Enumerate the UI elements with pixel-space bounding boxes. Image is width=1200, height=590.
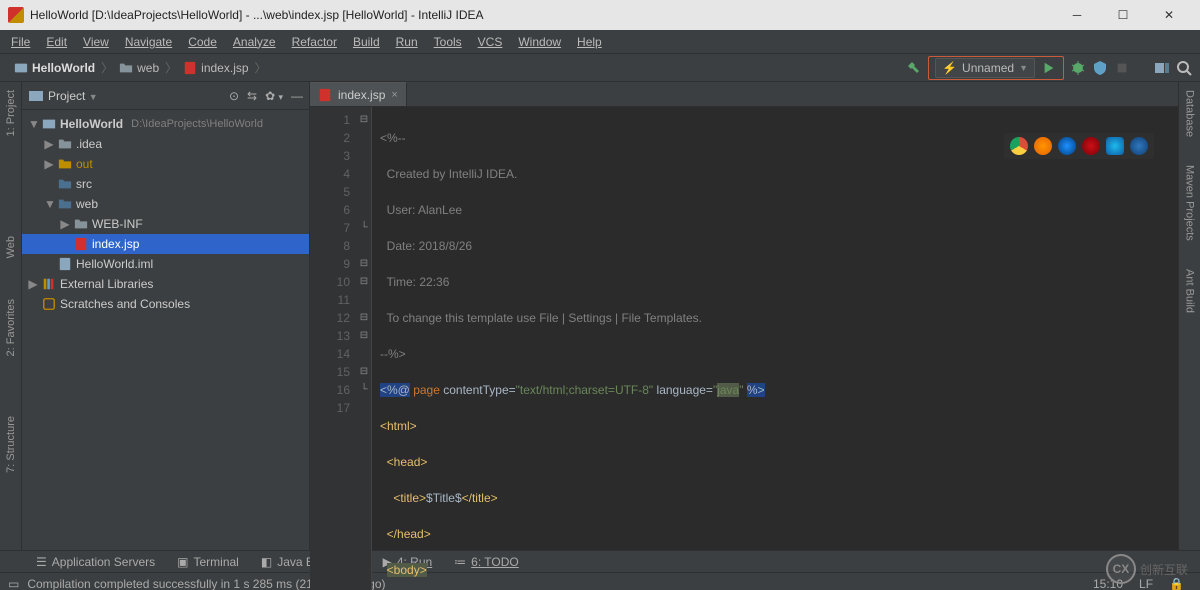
tool-structure-tab[interactable]: 7: Structure — [5, 412, 17, 477]
hide-panel-icon[interactable]: — — [291, 89, 303, 103]
editor-tabs: index.jsp × — [310, 82, 1178, 107]
menu-run[interactable]: Run — [389, 33, 425, 51]
tool-maven-tab[interactable]: Maven Projects — [1184, 161, 1196, 245]
jsp-file-icon — [183, 61, 197, 75]
tool-database-tab[interactable]: Database — [1184, 86, 1196, 141]
dropdown-icon: ▼ — [1019, 63, 1028, 73]
open-in-browser-bar — [1004, 133, 1154, 159]
left-tool-stripe: 1: Project Web 2: Favorites 7: Structure — [0, 82, 22, 550]
firefox-icon[interactable] — [1034, 137, 1052, 155]
folder-icon — [58, 197, 72, 211]
run-toolbar-highlight: ⚡ Unnamed ▼ — [928, 56, 1064, 80]
safari-icon[interactable] — [1058, 137, 1076, 155]
tree-webinf[interactable]: ▶ WEB-INF — [22, 214, 309, 234]
menu-vcs[interactable]: VCS — [471, 33, 510, 51]
navigation-bar: HelloWorld 〉 web 〉 index.jsp 〉 ⚡ Unnamed… — [0, 54, 1200, 82]
project-tool-window: Project ▼ ⊙ ⇆ ✿ ▾ — ▼ HelloWorld D:\Idea… — [22, 82, 310, 550]
line-numbers: 1234567891011121314151617 — [310, 107, 356, 590]
menu-tools[interactable]: Tools — [427, 33, 469, 51]
right-tool-stripe: Database Maven Projects Ant Build — [1178, 82, 1200, 550]
module-file-icon — [58, 257, 72, 271]
run-config-selector[interactable]: ⚡ Unnamed ▼ — [935, 58, 1035, 78]
run-config-icon: ⚡ — [942, 61, 957, 75]
window-titlebar: HelloWorld [D:\IdeaProjects\HelloWorld] … — [0, 0, 1200, 30]
chevron-icon: 〉 — [101, 59, 113, 76]
jsp-file-icon — [74, 237, 88, 251]
editor-tab-indexjsp[interactable]: index.jsp × — [310, 82, 407, 106]
scroll-from-source-icon[interactable]: ⊙ — [229, 89, 239, 103]
folder-icon — [58, 177, 72, 191]
tree-out[interactable]: ▶ out — [22, 154, 309, 174]
tree-indexjsp[interactable]: index.jsp — [22, 234, 309, 254]
breadcrumb-file[interactable]: index.jsp — [177, 57, 254, 79]
module-icon — [42, 117, 56, 131]
tool-ant-tab[interactable]: Ant Build — [1184, 265, 1196, 317]
tree-root[interactable]: ▼ HelloWorld D:\IdeaProjects\HelloWorld — [22, 114, 309, 134]
settings-icon[interactable]: ✿ ▾ — [265, 89, 283, 103]
edge-icon[interactable] — [1130, 137, 1148, 155]
menu-help[interactable]: Help — [570, 33, 609, 51]
chevron-icon: 〉 — [165, 59, 177, 76]
breadcrumb-project[interactable]: HelloWorld — [8, 57, 101, 79]
menu-build[interactable]: Build — [346, 33, 387, 51]
project-panel-header: Project ▼ ⊙ ⇆ ✿ ▾ — — [22, 82, 309, 110]
tree-scratches[interactable]: Scratches and Consoles — [22, 294, 309, 314]
tree-src[interactable]: src — [22, 174, 309, 194]
run-button[interactable] — [1041, 60, 1057, 76]
close-button[interactable]: ✕ — [1146, 0, 1192, 30]
watermark: CX 创新互联 — [1106, 554, 1188, 584]
tool-app-servers[interactable]: ☰Application Servers — [36, 555, 155, 569]
menu-code[interactable]: Code — [181, 33, 224, 51]
project-structure-button[interactable] — [1154, 60, 1170, 76]
folder-icon — [74, 217, 88, 231]
chrome-icon[interactable] — [1010, 137, 1028, 155]
folder-icon — [119, 61, 133, 75]
window-controls: ─ ☐ ✕ — [1054, 0, 1192, 30]
tree-external-libraries[interactable]: ▶ External Libraries — [22, 274, 309, 294]
folder-icon — [58, 157, 72, 171]
menu-view[interactable]: View — [76, 33, 116, 51]
tool-terminal[interactable]: ▣Terminal — [177, 555, 239, 569]
project-view-icon — [28, 88, 44, 104]
minimize-button[interactable]: ─ — [1054, 0, 1100, 30]
tree-iml[interactable]: HelloWorld.iml — [22, 254, 309, 274]
stop-button[interactable] — [1114, 60, 1130, 76]
menu-refactor[interactable]: Refactor — [285, 33, 344, 51]
maximize-button[interactable]: ☐ — [1100, 0, 1146, 30]
chevron-icon: 〉 — [255, 59, 267, 76]
tree-web[interactable]: ▼ web — [22, 194, 309, 214]
scratches-icon — [42, 297, 56, 311]
menu-navigate[interactable]: Navigate — [118, 33, 179, 51]
breadcrumb-folder[interactable]: web — [113, 57, 165, 79]
project-tree[interactable]: ▼ HelloWorld D:\IdeaProjects\HelloWorld … — [22, 110, 309, 550]
tool-window-quick-access-icon[interactable]: ▭ — [8, 577, 19, 590]
module-icon — [14, 61, 28, 75]
editor-area: index.jsp × 1234567891011121314151617 ⊟└… — [310, 82, 1178, 550]
debug-button[interactable] — [1070, 60, 1086, 76]
code-content[interactable]: <%-- Created by IntelliJ IDEA. User: Ala… — [372, 107, 1178, 590]
tool-project-tab[interactable]: 1: Project — [5, 86, 17, 140]
menu-analyze[interactable]: Analyze — [226, 33, 283, 51]
code-editor[interactable]: 1234567891011121314151617 ⊟└ ⊟⊟⊟⊟⊟└ <%--… — [310, 107, 1178, 590]
main-menu: File Edit View Navigate Code Analyze Ref… — [0, 30, 1200, 54]
close-tab-icon[interactable]: × — [391, 89, 397, 101]
ie-icon[interactable] — [1106, 137, 1124, 155]
menu-edit[interactable]: Edit — [39, 33, 74, 51]
build-button[interactable] — [906, 60, 922, 76]
menu-file[interactable]: File — [4, 33, 37, 51]
fold-gutter[interactable]: ⊟└ ⊟⊟⊟⊟⊟└ — [356, 107, 372, 590]
tool-web-tab[interactable]: Web — [5, 232, 17, 262]
jsp-file-icon — [318, 88, 332, 102]
app-icon — [8, 7, 24, 23]
menu-window[interactable]: Window — [511, 33, 568, 51]
window-title: HelloWorld [D:\IdeaProjects\HelloWorld] … — [30, 8, 1054, 22]
tree-idea[interactable]: ▶ .idea — [22, 134, 309, 154]
search-everywhere-button[interactable] — [1176, 60, 1192, 76]
folder-icon — [58, 137, 72, 151]
collapse-all-icon[interactable]: ⇆ — [247, 89, 257, 103]
tool-favorites-tab[interactable]: 2: Favorites — [5, 295, 17, 360]
opera-icon[interactable] — [1082, 137, 1100, 155]
coverage-button[interactable] — [1092, 60, 1108, 76]
library-icon — [42, 277, 56, 291]
